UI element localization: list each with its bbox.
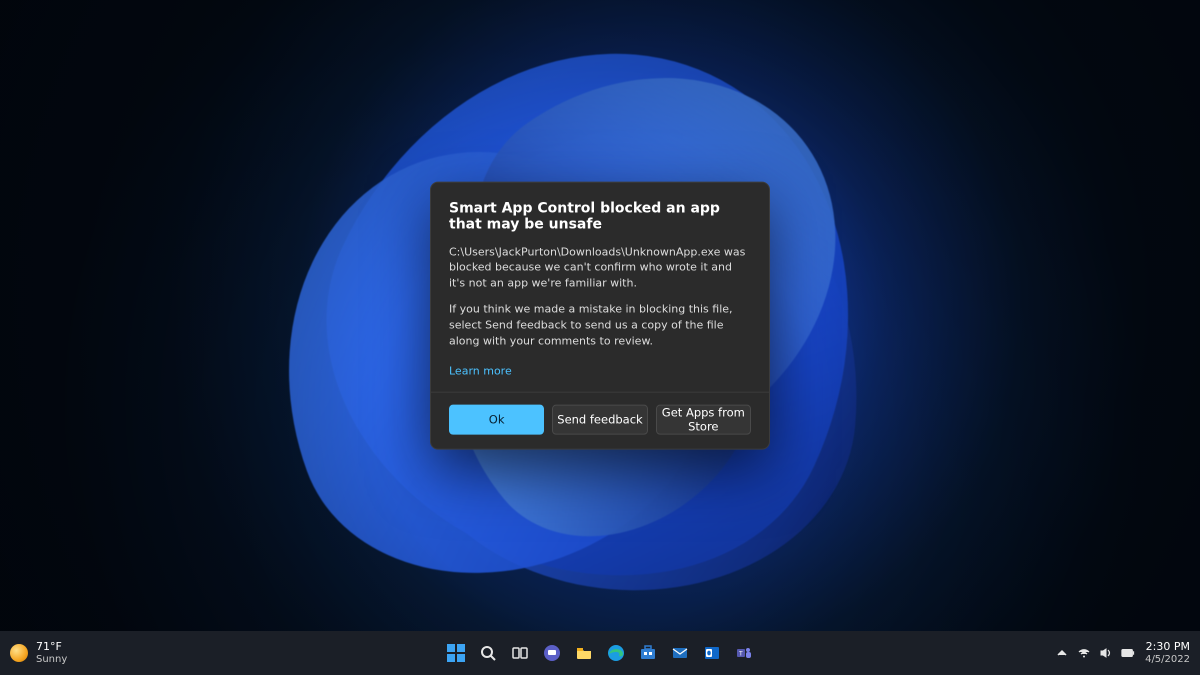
taskbar-clock[interactable]: 2:30 PM 4/5/2022 [1145,640,1190,665]
chevron-up-icon[interactable] [1055,646,1069,660]
clock-date: 4/5/2022 [1145,654,1190,666]
dialog-button-row: Ok Send feedback Get Apps from Store [449,405,751,435]
taskbar-right: 2:30 PM 4/5/2022 [1055,640,1190,665]
dialog-separator [431,392,769,393]
dialog-title: Smart App Control blocked an app that ma… [449,200,751,232]
search-icon[interactable] [475,640,501,666]
volume-icon[interactable] [1099,646,1113,660]
taskbar-center: T [443,640,757,666]
outlook-icon[interactable] [699,640,725,666]
file-explorer-icon[interactable] [571,640,597,666]
taskbar: 71°F Sunny T [0,631,1200,675]
weather-condition: Sunny [36,654,67,665]
weather-icon [10,644,28,662]
battery-icon[interactable] [1121,646,1135,660]
teams-icon[interactable]: T [731,640,757,666]
ok-button[interactable]: Ok [449,405,544,435]
get-apps-from-store-button[interactable]: Get Apps from Store [656,405,751,435]
svg-text:T: T [738,651,743,658]
mail-icon[interactable] [667,640,693,666]
smart-app-control-dialog: Smart App Control blocked an app that ma… [430,181,770,450]
learn-more-link[interactable]: Learn more [449,365,512,378]
clock-time: 2:30 PM [1145,640,1190,653]
task-view-icon[interactable] [507,640,533,666]
weather-temp: 71°F [36,641,67,653]
store-icon[interactable] [635,640,661,666]
send-feedback-button[interactable]: Send feedback [552,405,647,435]
edge-icon[interactable] [603,640,629,666]
dialog-body-2: If you think we made a mistake in blocki… [449,302,751,350]
taskbar-weather[interactable]: 71°F Sunny [10,641,67,664]
system-tray[interactable] [1055,646,1135,660]
chat-icon[interactable] [539,640,565,666]
dialog-body-1: C:\Users\JackPurton\Downloads\UnknownApp… [449,244,751,292]
start-icon[interactable] [443,640,469,666]
wifi-icon[interactable] [1077,646,1091,660]
